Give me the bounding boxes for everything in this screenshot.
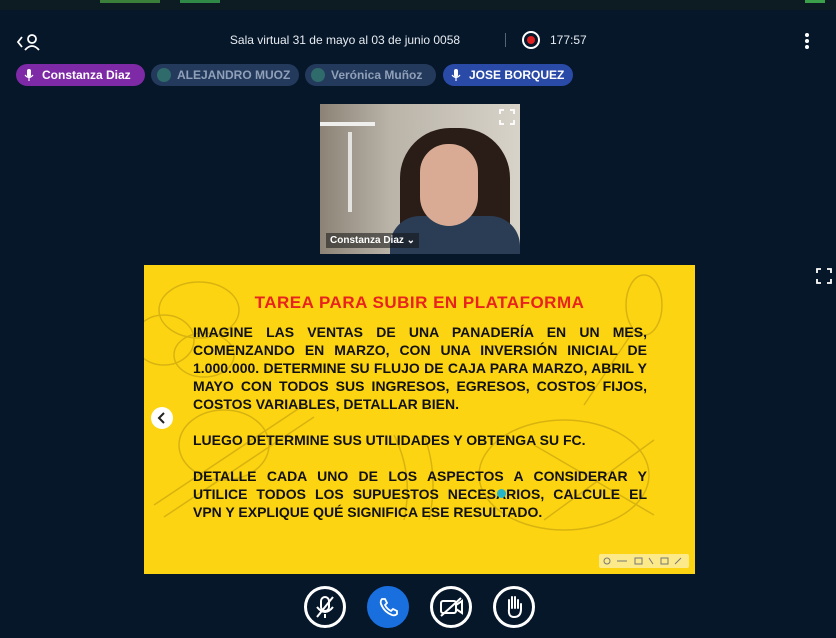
chevron-left-icon	[157, 412, 165, 424]
participant-name: ALEJANDRO MUOZ	[177, 68, 291, 82]
participant-name: JOSE BORQUEZ	[469, 68, 565, 82]
meeting-title: Sala virtual 31 de mayo al 03 de junio 0…	[229, 33, 461, 47]
presentation-slide: TAREA PARA SUBIR EN PLATAFORMA IMAGINE L…	[144, 265, 695, 574]
participant-chip[interactable]: Constanza Diaz	[16, 64, 145, 86]
participant-chip[interactable]: JOSE BORQUEZ	[443, 64, 573, 86]
phone-icon	[379, 598, 398, 617]
slide-body: IMAGINE LAS VENTAS DE UNA PANADERÍA EN U…	[193, 323, 647, 539]
slide-title: TAREA PARA SUBIR EN PLATAFORMA	[254, 293, 585, 312]
muted-dot-icon	[157, 68, 171, 82]
whiteboard-tools-icon	[603, 557, 682, 565]
webcam-tile[interactable]: Constanza Diaz ⌄	[320, 104, 520, 254]
participant-chip[interactable]: ALEJANDRO MUOZ	[151, 64, 299, 86]
participant-chip[interactable]: Verónica Muñoz	[305, 64, 436, 86]
microphone-icon	[451, 69, 461, 81]
microphone-icon	[24, 69, 34, 81]
media-controls	[0, 586, 836, 628]
meeting-header: Sala virtual 31 de mayo al 03 de junio 0…	[0, 28, 836, 54]
slide-paragraph: IMAGINE LAS VENTAS DE UNA PANADERÍA EN U…	[193, 324, 647, 412]
fullscreen-icon	[816, 268, 832, 284]
user-list-icon	[16, 34, 40, 51]
video-fullscreen-button[interactable]	[498, 108, 516, 126]
raise-hand-icon	[507, 596, 522, 619]
camera-button[interactable]	[430, 586, 472, 628]
fullscreen-icon	[499, 109, 515, 125]
video-name-label[interactable]: Constanza Diaz ⌄	[326, 233, 420, 248]
user-list-button[interactable]	[16, 32, 42, 52]
leave-audio-button[interactable]	[367, 586, 409, 628]
microphone-off-icon	[316, 596, 334, 618]
presenter-pointer	[497, 489, 506, 498]
slide-paragraph: LUEGO DETERMINE SUS UTILIDADES Y OBTENGA…	[193, 432, 586, 448]
slide-paragraph: DETALLE CADA UNO DE LOS ASPECTOS A CONSI…	[193, 468, 647, 520]
browser-strip	[0, 0, 836, 10]
previous-slide-button[interactable]	[151, 407, 173, 429]
mute-button[interactable]	[304, 586, 346, 628]
muted-dot-icon	[311, 68, 325, 82]
record-button[interactable]	[522, 31, 540, 49]
recording-timer: 177:57	[550, 33, 587, 47]
slide-toolbar[interactable]	[599, 554, 689, 568]
presentation-fullscreen-button[interactable]	[815, 267, 833, 285]
options-menu-button[interactable]	[800, 31, 814, 51]
record-icon	[527, 36, 535, 44]
participant-name: Verónica Muñoz	[331, 68, 423, 82]
conference-window: Sala virtual 31 de mayo al 03 de junio 0…	[0, 0, 836, 638]
raise-hand-button[interactable]	[493, 586, 535, 628]
camera-off-icon	[440, 597, 463, 617]
header-divider	[505, 33, 506, 47]
participant-name: Constanza Diaz	[42, 68, 131, 82]
